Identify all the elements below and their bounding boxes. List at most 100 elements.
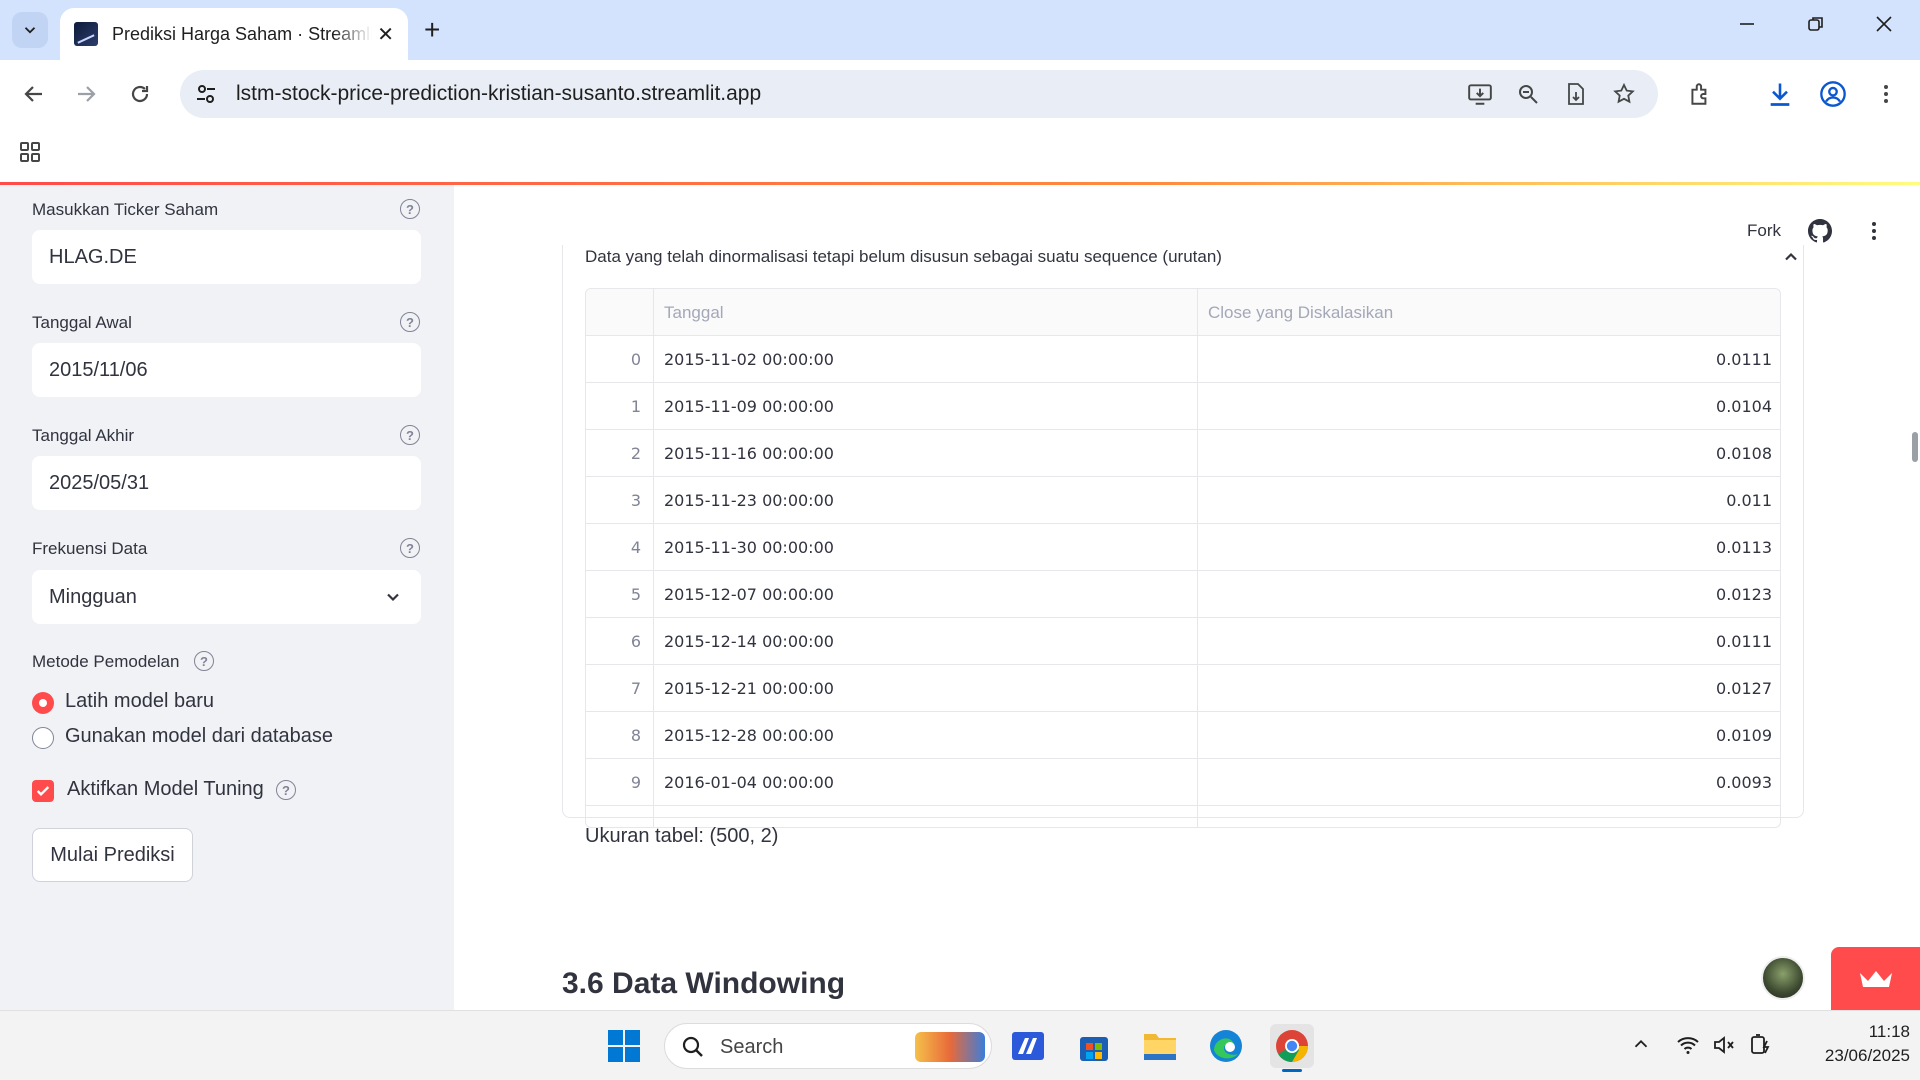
show-hidden-icons-icon[interactable] [1630,1033,1652,1060]
sidebar: Masukkan Ticker Saham ? HLAG.DE Tanggal … [0,185,454,1010]
expander-title[interactable]: Data yang telah dinormalisasi tetapi bel… [585,247,1222,267]
tuning-checkbox[interactable] [32,780,54,802]
table-row[interactable]: 7 2015-12-21 00:00:00 0.0127 [586,665,1780,712]
frequency-label: Frekuensi Data [32,539,148,558]
chevron-up-icon[interactable] [1781,247,1801,272]
table-row[interactable]: 2 2015-11-16 00:00:00 0.0108 [586,430,1780,477]
scrollbar-thumb[interactable] [1912,432,1918,462]
row-date: 2015-11-02 00:00:00 [654,336,1198,383]
radio-use-database-label[interactable]: Gunakan model dari database [65,725,333,748]
chrome-browser-icon[interactable] [1270,1024,1314,1072]
column-header-value[interactable]: Close yang Diskalasikan [1198,289,1780,336]
store-app-icon[interactable] [1072,1024,1116,1068]
site-settings-icon[interactable] [194,82,218,111]
row-index: 7 [586,665,654,712]
radio-train-new[interactable] [32,692,54,714]
main-content: Fork Data yang telah dinormalisasi tetap… [454,185,1920,1010]
address-bar[interactable]: lstm-stock-price-prediction-kristian-sus… [180,70,1658,118]
row-cell-empty [1198,806,1780,827]
row-date: 2015-12-07 00:00:00 [654,571,1198,618]
new-tab-icon[interactable]: + [424,14,440,46]
bookmarks-bar [0,128,1920,182]
table-row[interactable]: 8 2015-12-28 00:00:00 0.0109 [586,712,1780,759]
tuning-label[interactable]: Aktifkan Model Tuning [67,778,264,801]
table-size-text: Ukuran tabel: (500, 2) [585,825,779,847]
system-clock[interactable]: 11:18 23/06/2025 [1790,1020,1910,1068]
radio-train-new-label[interactable]: Latih model baru [65,690,214,713]
apps-grid-icon[interactable] [18,140,42,169]
bookmark-star-icon[interactable] [1610,80,1638,108]
wifi-icon[interactable] [1676,1033,1700,1062]
search-icon [682,1036,703,1057]
tuning-help-icon[interactable]: ? [276,780,296,800]
reload-icon[interactable] [122,76,158,112]
taskbar: Search 11:18 23/06/2025 [0,1010,1920,1080]
index-header [586,289,654,336]
row-index: 9 [586,759,654,806]
row-value: 0.0104 [1716,397,1772,416]
streamlit-manage-app-button[interactable] [1831,947,1920,1010]
file-explorer-icon[interactable] [1138,1024,1182,1068]
taskbar-search[interactable]: Search [664,1023,992,1069]
active-app-indicator [1282,1069,1302,1072]
table-row[interactable]: 4 2015-11-30 00:00:00 0.0113 [586,524,1780,571]
avatar[interactable] [1761,956,1805,1000]
row-value: 0.0113 [1716,538,1772,557]
battery-charging-icon[interactable] [1748,1033,1774,1062]
extensions-icon[interactable] [1682,76,1718,112]
restore-icon[interactable] [1806,14,1826,40]
frequency-select[interactable]: Mingguan [32,570,421,624]
row-index: 3 [586,477,654,524]
browser-tab-bar: Prediksi Harga Saham · Streamlit ✕ + [0,0,1920,60]
window-close-icon[interactable] [1874,14,1894,40]
table-row[interactable]: 5 2015-12-07 00:00:00 0.0123 [586,571,1780,618]
frequency-help-icon[interactable]: ? [400,538,420,558]
table-row[interactable]: 0 2015-11-02 00:00:00 0.0111 [586,336,1780,383]
table-row[interactable]: 1 2015-11-09 00:00:00 0.0104 [586,383,1780,430]
chevron-down-icon [24,27,36,34]
fork-button[interactable]: Fork [1747,221,1781,241]
tab-search-button[interactable] [12,12,48,48]
row-value: 0.0111 [1716,350,1772,369]
ticker-input[interactable]: HLAG.DE [32,230,421,284]
row-index: 2 [586,430,654,477]
edge-browser-icon[interactable] [1204,1024,1248,1068]
browser-menu-icon[interactable] [1868,76,1904,112]
ticker-help-icon[interactable]: ? [400,199,420,219]
minimize-icon[interactable] [1737,14,1757,40]
crown-icon [1859,970,1892,987]
row-index: 6 [586,618,654,665]
start-date-input[interactable]: 2015/11/06 [32,343,421,397]
app-menu-icon[interactable] [1862,219,1886,248]
table-row[interactable]: 6 2015-12-14 00:00:00 0.0111 [586,618,1780,665]
row-index: 0 [586,336,654,383]
normalized-data-expander: Data yang telah dinormalisasi tetapi bel… [562,245,1804,847]
table-row[interactable]: 3 2015-11-23 00:00:00 0.011 [586,477,1780,524]
tab-title: Prediksi Harga Saham · Streamlit [112,23,372,44]
chevron-down-icon [387,593,399,602]
url-text: lstm-stock-price-prediction-kristian-sus… [236,82,762,105]
github-icon[interactable] [1808,219,1833,248]
windows-start-icon[interactable] [602,1024,646,1068]
row-index: 1 [586,383,654,430]
column-header-date[interactable]: Tanggal [654,289,1198,336]
tab-close-icon[interactable]: ✕ [377,22,394,47]
volume-muted-icon[interactable] [1712,1033,1736,1062]
data-table[interactable]: Tanggal Close yang Diskalasikan 0 2015-11… [585,288,1781,828]
downloads-icon[interactable] [1762,76,1798,112]
browser-tab[interactable]: Prediksi Harga Saham · Streamlit ✕ [60,8,408,60]
page-download-icon[interactable] [1562,80,1590,108]
table-row[interactable]: 9 2016-01-04 00:00:00 0.0093 [586,759,1780,806]
radio-use-database[interactable] [32,727,54,749]
method-help-icon[interactable]: ? [194,651,214,671]
start-prediction-button[interactable]: Mulai Prediksi [32,828,193,882]
forward-icon[interactable] [68,76,104,112]
back-icon[interactable] [16,76,52,112]
profile-icon[interactable] [1815,76,1851,112]
install-app-icon[interactable] [1466,80,1494,108]
copilot-app-icon[interactable] [1006,1024,1050,1068]
zoom-icon[interactable] [1514,80,1542,108]
start-date-help-icon[interactable]: ? [400,312,420,332]
end-date-input[interactable]: 2025/05/31 [32,456,421,510]
end-date-help-icon[interactable]: ? [400,425,420,445]
